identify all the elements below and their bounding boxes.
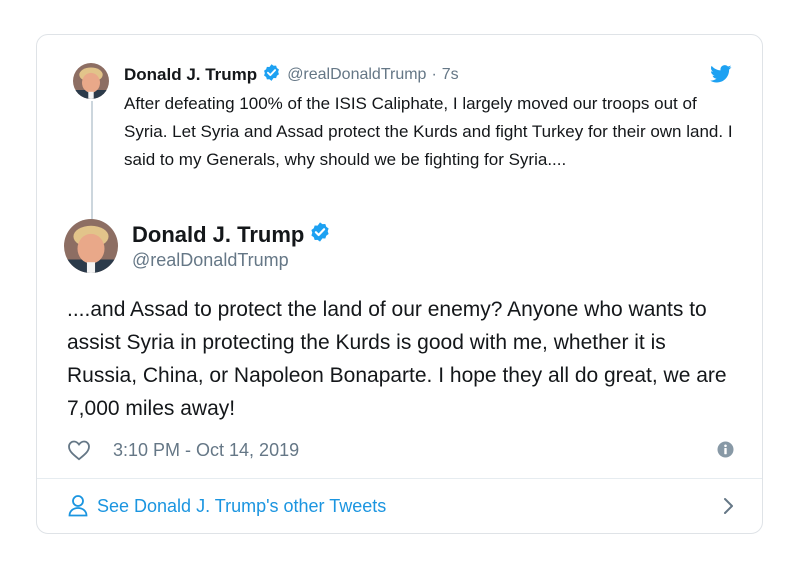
tweet-card: Donald J. Trump @realDonaldTrump · 7s Af… (36, 34, 763, 534)
main-tweet-header: Donald J. Trump (132, 221, 331, 248)
main-author-avatar[interactable] (64, 219, 118, 273)
tweet-timestamp[interactable]: 3:10 PM - Oct 14, 2019 (113, 440, 299, 461)
person-icon (67, 494, 89, 518)
main-author-name[interactable]: Donald J. Trump (132, 222, 304, 248)
verified-badge-icon (309, 221, 331, 248)
verified-badge-icon (262, 63, 281, 87)
quoted-author-name[interactable]: Donald J. Trump (124, 65, 257, 85)
quoted-author-avatar[interactable] (73, 63, 109, 99)
chevron-right-icon[interactable] (722, 497, 734, 515)
main-tweet-text: ....and Assad to protect the land of our… (67, 298, 727, 420)
info-icon[interactable] (717, 441, 734, 458)
twitter-bird-icon[interactable] (710, 65, 732, 83)
quoted-tweet-header: Donald J. Trump @realDonaldTrump · 7s (124, 63, 459, 87)
quoted-tweet-text: After defeating 100% of the ISIS Calipha… (124, 94, 733, 169)
footer-divider (37, 478, 762, 479)
quoted-tweet-time[interactable]: 7s (442, 66, 459, 84)
header-separator: · (431, 66, 437, 83)
main-author-handle[interactable]: @realDonaldTrump (132, 250, 289, 271)
tweet-footer[interactable]: See Donald J. Trump's other Tweets (67, 491, 734, 521)
tweet-meta-row: 3:10 PM - Oct 14, 2019 (67, 438, 734, 462)
quoted-author-handle[interactable]: @realDonaldTrump (287, 66, 426, 84)
see-other-tweets-link[interactable]: See Donald J. Trump's other Tweets (97, 496, 386, 517)
heart-icon[interactable] (67, 439, 91, 461)
